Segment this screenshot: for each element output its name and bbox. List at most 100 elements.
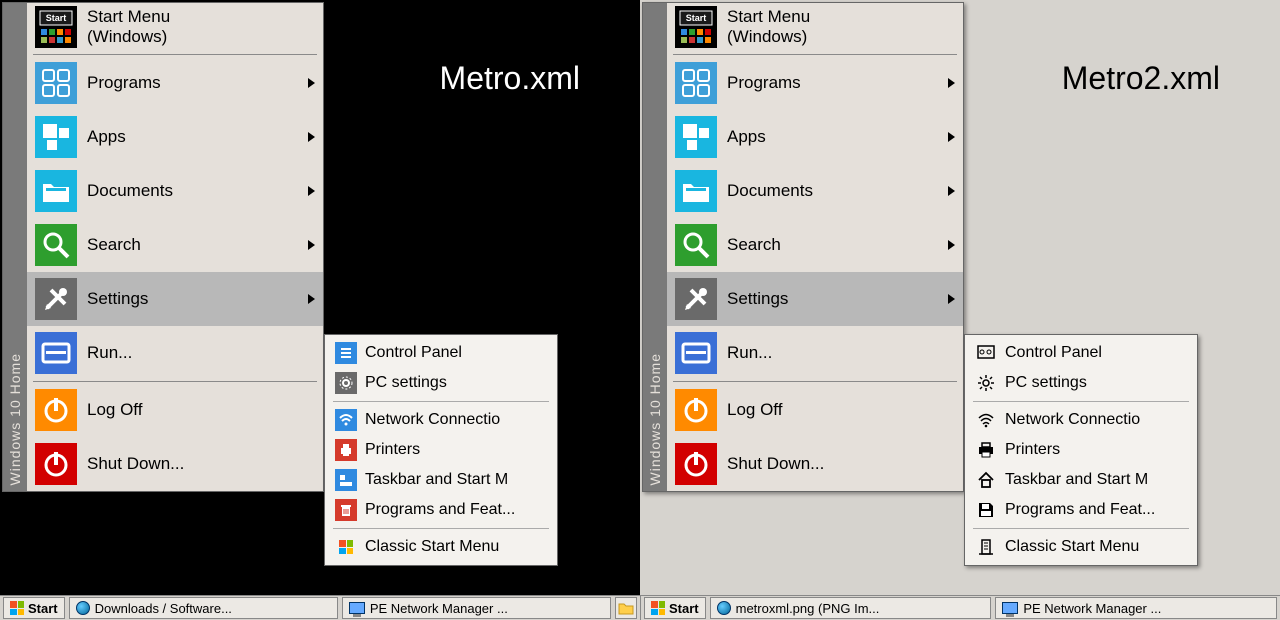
menu-header[interactable]: Start Start Menu(Windows): [667, 3, 963, 53]
menu-documents[interactable]: Documents: [27, 164, 323, 218]
control-panel-icon: [975, 342, 997, 364]
home-icon: [975, 469, 997, 491]
windows-logo-icon: [651, 601, 665, 615]
taskbar-right: Start metroxml.png (PNG Im... PE Network…: [640, 596, 1280, 620]
taskbar-item[interactable]: PE Network Manager ...: [995, 597, 1277, 619]
menu-run[interactable]: Run...: [667, 326, 963, 380]
start-tile-icon: Start: [35, 6, 77, 48]
start-menu-2: Windows 10 Home Start Start Menu(Windows…: [642, 2, 964, 492]
globe-icon: [717, 601, 731, 615]
chevron-right-icon: [948, 186, 955, 196]
taskbar-left: Start Downloads / Software... PE Network…: [0, 596, 640, 620]
sub-progfeat[interactable]: Programs and Feat...: [965, 495, 1197, 525]
taskbar-item[interactable]: metroxml.png (PNG Im...: [710, 597, 992, 619]
menu-logoff[interactable]: Log Off: [27, 383, 323, 437]
menu-search-label: Search: [87, 235, 141, 255]
start-tile-icon: Start: [675, 6, 717, 48]
menu-settings-label: Settings: [87, 289, 148, 309]
chevron-right-icon: [948, 132, 955, 142]
taskbar-item[interactable]: PE Network Manager ...: [342, 597, 611, 619]
apps-icon: [675, 116, 717, 158]
sub-classic[interactable]: Classic Start Menu: [325, 532, 557, 562]
sub-control-panel-label: Control Panel: [365, 344, 462, 362]
start-button[interactable]: Start: [3, 597, 65, 619]
quicklaunch-explorer[interactable]: [615, 597, 637, 619]
shutdown-icon: [675, 443, 717, 485]
start-button[interactable]: Start: [644, 597, 706, 619]
menu-shutdown-label: Shut Down...: [87, 454, 184, 474]
menu-apps[interactable]: Apps: [27, 110, 323, 164]
menu-logoff[interactable]: Log Off: [667, 383, 963, 437]
trash-icon: [335, 499, 357, 521]
panel-metro: Metro.xml Windows 10 Home Start Start Me…: [0, 0, 640, 595]
menu-header[interactable]: Start Start Menu (Windows): [27, 3, 323, 53]
menu-programs[interactable]: Programs: [27, 56, 323, 110]
sub-control-panel[interactable]: Control Panel: [325, 338, 557, 368]
chevron-right-icon: [308, 78, 315, 88]
windows-logo-icon: [335, 536, 357, 558]
sub-pc-settings[interactable]: PC settings: [325, 368, 557, 398]
chevron-right-icon: [308, 132, 315, 142]
sub-control-panel[interactable]: Control Panel: [965, 338, 1197, 368]
menu-shutdown[interactable]: Shut Down...: [27, 437, 323, 491]
wifi-icon: [975, 409, 997, 431]
sidebar-label: Windows 10 Home: [7, 353, 23, 486]
taskbar-item[interactable]: Downloads / Software...: [69, 597, 338, 619]
settings-submenu-2: Control Panel PC settings Network Connec…: [964, 334, 1198, 566]
sub-network[interactable]: Network Connectio: [965, 405, 1197, 435]
apps-icon: [35, 116, 77, 158]
menu-programs[interactable]: Programs: [667, 56, 963, 110]
menu-header-label: Start Menu(Windows): [727, 7, 810, 46]
menu-header-line2: (Windows): [87, 27, 170, 47]
menu-documents-label: Documents: [87, 181, 173, 201]
sub-taskbar[interactable]: Taskbar and Start M: [965, 465, 1197, 495]
divider: [673, 54, 957, 55]
sidebar: Windows 10 Home: [3, 3, 27, 491]
folder-icon: [618, 601, 634, 615]
menu-shutdown[interactable]: Shut Down...: [667, 437, 963, 491]
printer-icon: [975, 439, 997, 461]
sub-pc-settings[interactable]: PC settings: [965, 368, 1197, 398]
settings-icon: [35, 278, 77, 320]
divider: [33, 381, 317, 382]
sub-progfeat[interactable]: Programs and Feat...: [325, 495, 557, 525]
sidebar: Windows 10 Home: [643, 3, 667, 491]
run-icon: [35, 332, 77, 374]
svg-text:Start: Start: [686, 13, 707, 23]
menu-settings[interactable]: Settings: [27, 272, 323, 326]
building-icon: [975, 536, 997, 558]
programs-icon: [35, 62, 77, 104]
svg-text:Start: Start: [46, 13, 67, 23]
menu-run[interactable]: Run...: [27, 326, 323, 380]
menu-items: Start Start Menu (Windows) Prog: [27, 3, 323, 491]
save-icon: [975, 499, 997, 521]
menu-search[interactable]: Search: [27, 218, 323, 272]
menu-header-label: Start Menu (Windows): [87, 7, 170, 46]
gear-icon: [335, 372, 357, 394]
chevron-right-icon: [308, 294, 315, 304]
gear-icon: [975, 372, 997, 394]
sub-classic[interactable]: Classic Start Menu: [965, 532, 1197, 562]
chevron-right-icon: [308, 186, 315, 196]
divider: [973, 401, 1189, 402]
caption-right: Metro2.xml: [1062, 60, 1220, 97]
chevron-right-icon: [948, 78, 955, 88]
documents-icon: [675, 170, 717, 212]
printer-icon: [335, 439, 357, 461]
menu-items: Start Start Menu(Windows) Programs Apps …: [667, 3, 963, 491]
menu-documents[interactable]: Documents: [667, 164, 963, 218]
sub-progfeat-label: Programs and Feat...: [365, 501, 515, 519]
menu-apps[interactable]: Apps: [667, 110, 963, 164]
menu-search[interactable]: Search: [667, 218, 963, 272]
sub-printers[interactable]: Printers: [965, 435, 1197, 465]
menu-settings[interactable]: Settings: [667, 272, 963, 326]
documents-icon: [35, 170, 77, 212]
start-menu: Windows 10 Home Start Start Menu (Window…: [2, 2, 324, 492]
taskbar: Start Downloads / Software... PE Network…: [0, 595, 1280, 620]
sub-printers[interactable]: Printers: [325, 435, 557, 465]
menu-header-line1: Start Menu: [87, 7, 170, 27]
caption-left: Metro.xml: [440, 60, 580, 97]
sub-network[interactable]: Network Connectio: [325, 405, 557, 435]
menu-programs-label: Programs: [87, 73, 161, 93]
sub-taskbar[interactable]: Taskbar and Start M: [325, 465, 557, 495]
